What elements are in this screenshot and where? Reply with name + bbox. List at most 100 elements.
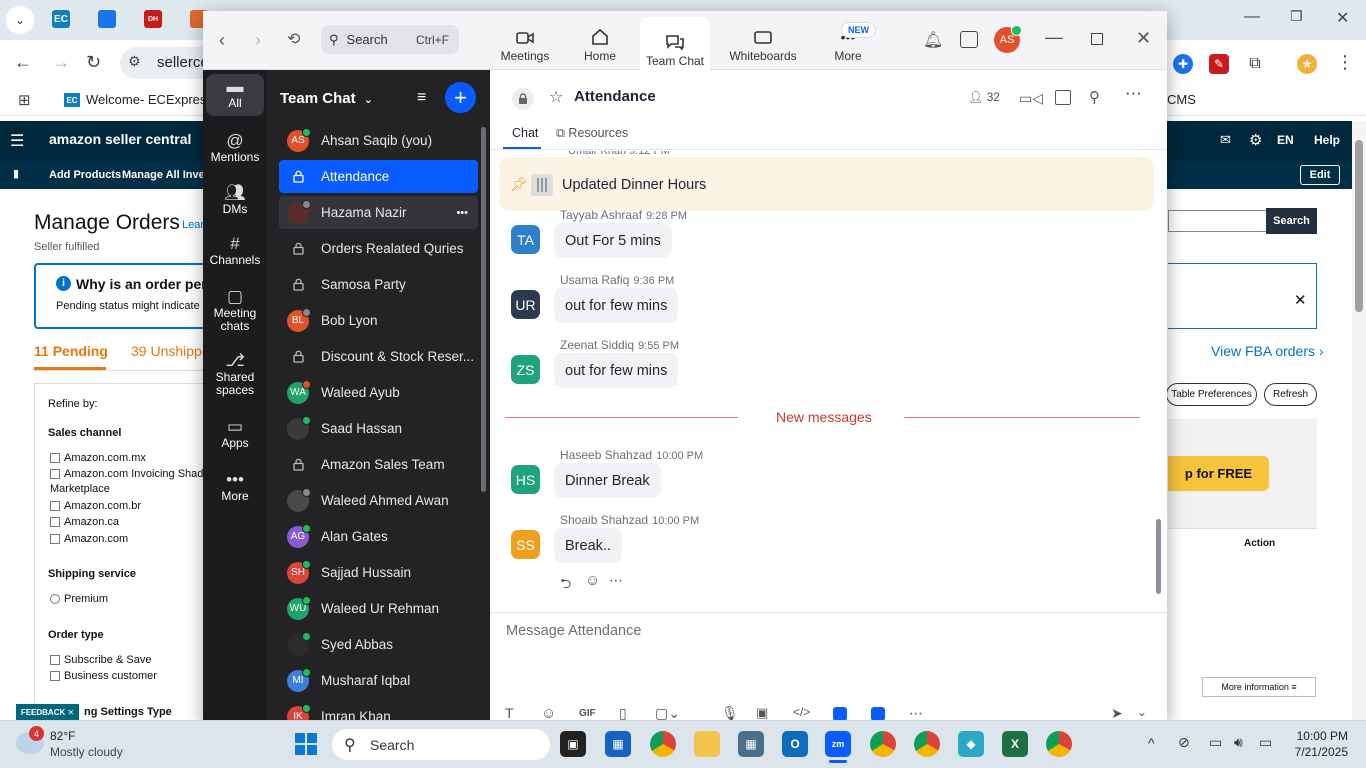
zoom-history-icon[interactable]: ⟲ [287,29,300,49]
more-information-button[interactable]: More information ≡ [1202,677,1316,697]
user-avatar[interactable]: AS [994,25,1022,53]
back-icon[interactable]: ← [14,52,32,73]
tab-favicon-dh[interactable]: DH [144,10,162,28]
amazon-menu-icon[interactable]: ☰ [10,131,24,151]
message-sender[interactable]: Tayyab Ashraaf 9:28 PM [560,208,687,222]
bookmark-pin-icon[interactable]: ▮ [13,167,19,180]
amazon-logo[interactable]: amazon seller central [49,131,191,147]
chrome-icon[interactable] [650,731,676,757]
dm-item[interactable]: SH Sajjad Hussain [279,556,478,589]
table-preferences-button[interactable]: Table Preferences [1166,383,1257,406]
video-message-icon[interactable]: ▣ [756,705,768,721]
dm-item[interactable]: Saad Hassan [279,412,478,445]
dm-item[interactable]: Syed Abbas [279,628,478,661]
rail-all[interactable]: ▬ All [206,74,264,116]
new-chat-button[interactable]: + [445,82,476,113]
dm-item[interactable]: AS Ahsan Saqib (you) [279,124,478,157]
message-avatar[interactable]: UR [511,290,540,319]
dm-item[interactable]: Waleed Ahmed Awan [279,484,478,517]
video-call-icon[interactable]: ▭◁ [1019,90,1043,107]
app-icon-2[interactable] [871,707,885,721]
extension-icon-1[interactable]: ✚ [1173,54,1193,74]
site-info-icon[interactable]: ⚙ [128,53,141,70]
tab-resources[interactable]: ⧉ Resources [556,126,628,141]
browser-restore-icon[interactable]: ❐ [1290,8,1303,25]
tab-unshipped[interactable]: 39 Unshippe [131,343,204,359]
browser-minimize-icon[interactable]: — [1244,8,1260,26]
view-fba-orders-link[interactable]: View FBA orders › [1211,343,1324,359]
rail-mentions[interactable]: @ Mentions [206,132,264,164]
item-more-icon[interactable]: ••• [456,207,468,219]
tray-volume-icon[interactable]: 🔊︎ [1234,734,1243,751]
team-chat-heading[interactable]: Team Chat ⌄ [280,90,373,107]
tray-device-icon[interactable]: ▭ [1209,734,1222,751]
app-icon-1[interactable] [833,707,847,721]
bookmark-welcome[interactable]: Welcome- ECExpres... [86,92,217,107]
message-bubble[interactable]: out for few mins [554,288,679,323]
tab-favicon-ec[interactable]: EC [52,10,70,28]
message-avatar[interactable]: TA [511,225,540,254]
format-text-icon[interactable]: T [505,705,514,721]
chat-search-icon[interactable]: ⚲ [1089,88,1100,106]
emoji-reaction-icon[interactable]: ☺ [585,572,600,589]
chrome-profile-4-icon[interactable] [1046,731,1072,757]
address-text[interactable]: sellerce [157,54,209,71]
message-more-icon[interactable]: ⋯ [609,572,623,589]
learn-more-link[interactable]: Lear [182,219,204,231]
rail-more[interactable]: ••• More [206,471,264,503]
store-icon[interactable]: ▦ [605,731,631,757]
chrome-profile-2-icon[interactable] [870,731,896,757]
message-sender[interactable]: Shoaib Shahzad 10:00 PM [560,513,699,527]
close-info-icon[interactable]: ✕ [1294,291,1307,309]
reload-icon[interactable]: ↻ [86,52,101,73]
extension-icon-pdf[interactable]: ✎ [1209,54,1229,74]
calculator-icon[interactable]: ▦ [738,731,764,757]
order-search-input[interactable] [1168,210,1266,232]
tab-search-button[interactable]: ⌄ [6,6,34,34]
file-explorer-icon[interactable] [694,731,720,757]
excel-icon[interactable]: X [1002,731,1028,757]
message-bubble[interactable]: Break.. [554,528,622,563]
filter-icon[interactable]: ≡ [417,89,426,107]
clock-time[interactable]: 10:00 PM [1297,729,1348,743]
calendar-app-icon[interactable] [960,31,978,48]
feedback-tab[interactable]: FEEDBACK ✕ [16,704,79,720]
code-snippet-icon[interactable]: </> [793,705,810,719]
channel-item[interactable]: Samosa Party [279,268,478,301]
channel-checkbox-br[interactable] [50,501,60,511]
channel-item[interactable]: Attendance [279,160,478,193]
chat-scrollbar[interactable] [1156,519,1161,594]
tray-chevron-icon[interactable]: ^ [1148,735,1155,751]
outlook-icon[interactable]: O [782,731,808,757]
profile-icon[interactable]: ★ [1297,54,1317,74]
message-sender[interactable]: Usama Rafiq 9:36 PM [560,273,674,287]
clock-date[interactable]: 7/21/2025 [1295,745,1348,759]
zoom-taskbar-icon[interactable]: zm [825,731,851,757]
extensions-puzzle-icon[interactable]: ⧉ [1245,54,1265,74]
zoom-nav-team-chat[interactable]: Team Chat [640,17,710,70]
nav-add-products[interactable]: Add Products [49,169,121,181]
message-sender[interactable]: Haseeb Shahzad 10:00 PM [560,448,703,462]
zoom-back-icon[interactable]: ‹ [219,30,225,51]
zoom-minimize-icon[interactable]: — [1045,27,1063,48]
channel-checkbox-invoicing[interactable] [50,469,60,479]
browser-close-icon[interactable]: ✕ [1336,8,1349,28]
chrome-profile-3-icon[interactable] [914,731,940,757]
taskbar-search[interactable]: Search [332,729,550,760]
dm-item[interactable]: WA Waleed Ayub [279,376,478,409]
zoom-close-icon[interactable]: ✕ [1136,28,1151,49]
message-bubble[interactable]: out for few mins [554,353,679,388]
language-selector[interactable]: EN [1277,133,1294,147]
tray-network-off-icon[interactable]: ⊘ [1178,734,1190,751]
business-customer-checkbox[interactable] [50,671,60,681]
channel-checkbox-com[interactable] [50,534,60,544]
apps-grid-icon[interactable]: ⊞ [18,91,31,109]
zoom-maximize-icon[interactable] [1091,33,1103,45]
channel-item[interactable]: Amazon Sales Team [279,448,478,481]
dm-item[interactable]: AG Alan Gates [279,520,478,553]
refresh-button[interactable]: Refresh [1264,383,1317,406]
gif-icon[interactable]: GIF [579,708,596,719]
message-avatar[interactable]: ZS [511,355,540,384]
channel-title[interactable]: Attendance [574,88,656,105]
zoom-nav-meetings[interactable]: Meetings [490,17,560,65]
